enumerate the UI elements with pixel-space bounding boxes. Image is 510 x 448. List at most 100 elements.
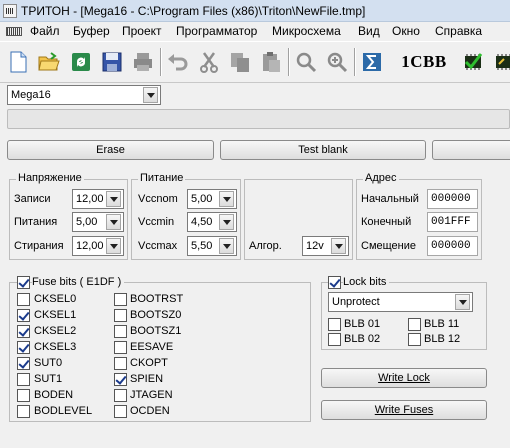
fuse-label-cksel3: CKSEL3 — [34, 341, 77, 353]
fuse-checkbox-spien[interactable] — [114, 373, 127, 386]
window-title: ТРИТОН - [Mega16 - C:\Program Files (x86… — [21, 4, 366, 18]
fuse-checkbox-ckopt[interactable] — [114, 357, 127, 370]
new-file-icon[interactable] — [3, 48, 33, 76]
chevron-down-icon — [143, 87, 158, 103]
checksum-icon[interactable]: 1CBB — [391, 49, 457, 75]
chevron-down-icon — [106, 238, 121, 254]
fuse-checkbox-eesave[interactable] — [114, 341, 127, 354]
vccnom-select[interactable]: 5,00 — [187, 189, 237, 209]
vccmin-select[interactable]: 4,50 — [187, 212, 237, 232]
voltage-erase-select[interactable]: 12,00 — [72, 236, 124, 256]
voltage-supply-label: Питания — [14, 216, 58, 228]
fuse-label-sut0: SUT0 — [34, 357, 63, 369]
fuse-label-spien: SPIEN — [130, 373, 164, 385]
fuse-checkbox-bootsz0[interactable] — [114, 309, 127, 322]
fuse-checkbox-bootrst[interactable] — [114, 293, 127, 306]
fuse-label-bodlevel: BODLEVEL — [34, 405, 93, 417]
vccmax-select[interactable]: 5,50 — [187, 236, 237, 256]
calc-sum-icon[interactable] — [357, 48, 387, 76]
fuse-checkbox-ocden[interactable] — [114, 405, 127, 418]
toolbar: 1CBB — [0, 41, 510, 83]
menu-programmer[interactable]: Программатор — [176, 24, 257, 38]
lock-bits-enable-checkbox[interactable] — [328, 276, 341, 289]
fuse-checkbox-boden[interactable] — [17, 389, 30, 402]
voltage-group-title: Напряжение — [16, 172, 84, 184]
chevron-down-icon — [106, 191, 121, 207]
cut-icon[interactable] — [194, 48, 224, 76]
menu-window[interactable]: Окно — [392, 24, 420, 38]
fuse-label-ckopt: CKOPT — [130, 357, 168, 369]
address-end-field[interactable]: 001FFF — [427, 212, 478, 232]
search-icon[interactable] — [291, 48, 321, 76]
chevron-down-icon — [219, 238, 234, 254]
zoom-icon[interactable] — [322, 48, 352, 76]
lock-mode-select[interactable]: Unprotect — [328, 292, 473, 312]
fuse-label-eesave: EESAVE — [130, 341, 174, 353]
app-icon — [3, 4, 17, 18]
chip-verify-icon[interactable] — [458, 48, 488, 76]
fuse-label-sut1: SUT1 — [34, 373, 63, 385]
lock-label-blb02: BLB 02 — [344, 333, 381, 345]
fuse-label-bootsz0: BOOTSZ0 — [130, 309, 182, 321]
fuse-checkbox-cksel0[interactable] — [17, 293, 30, 306]
lock-label-blb11: BLB 11 — [424, 318, 460, 330]
menu-help[interactable]: Справка — [435, 24, 482, 38]
lock-checkbox-blb11[interactable] — [408, 318, 421, 331]
fuse-label-boden: BODEN — [34, 389, 74, 401]
paste-icon[interactable] — [256, 48, 286, 76]
fuse-label-cksel2: CKSEL2 — [34, 325, 77, 337]
chevron-down-icon — [331, 238, 346, 254]
title-bar: ТРИТОН - [Mega16 - C:\Program Files (x86… — [0, 0, 510, 22]
fuse-checkbox-bodlevel[interactable] — [17, 405, 30, 418]
open-folder-icon[interactable] — [34, 48, 64, 76]
progress-bar — [7, 109, 510, 129]
menu-project[interactable]: Проект — [122, 24, 162, 38]
vccnom-label: Vccnom — [138, 193, 178, 205]
fuse-checkbox-sut0[interactable] — [17, 357, 30, 370]
algorithm-select[interactable]: 12v — [302, 236, 349, 256]
device-select[interactable]: Mega16 — [7, 85, 161, 105]
erase-button[interactable]: Erase — [7, 140, 214, 160]
menu-buffer[interactable]: Буфер — [73, 24, 110, 38]
fuse-checkbox-cksel2[interactable] — [17, 325, 30, 338]
fuse-label-cksel1: CKSEL1 — [34, 309, 77, 321]
lock-checkbox-blb01[interactable] — [328, 318, 341, 331]
copy-icon[interactable] — [225, 48, 255, 76]
write-fuses-button[interactable]: Write Fuses — [321, 400, 487, 420]
fuse-label-cksel0: CKSEL0 — [34, 293, 77, 305]
chip-icon[interactable] — [489, 48, 510, 76]
algorithm-label: Алгор. — [249, 240, 282, 252]
fuse-checkbox-jtagen[interactable] — [114, 389, 127, 402]
voltage-write-select[interactable]: 12,00 — [72, 189, 124, 209]
fuse-label-ocden: OCDEN — [130, 405, 170, 417]
refresh-icon[interactable] — [66, 48, 96, 76]
lock-label-blb12: BLB 12 — [424, 333, 461, 345]
address-end-label: Конечный — [361, 216, 412, 228]
address-start-field[interactable]: 000000 — [427, 189, 478, 209]
lock-checkbox-blb12[interactable] — [408, 333, 421, 346]
fuse-label-bootrst: BOOTRST — [130, 293, 184, 305]
chevron-down-icon — [219, 191, 234, 207]
power-group-title: Питание — [138, 172, 186, 184]
chevron-down-icon — [455, 294, 470, 310]
system-menu-icon[interactable] — [6, 27, 22, 36]
fuse-bits-enable-checkbox[interactable] — [17, 276, 30, 289]
print-icon[interactable] — [128, 48, 158, 76]
menu-chip[interactable]: Микросхема — [272, 24, 341, 38]
fuse-checkbox-sut1[interactable] — [17, 373, 30, 386]
action-button-3[interactable] — [432, 140, 510, 160]
fuse-checkbox-bootsz1[interactable] — [114, 325, 127, 338]
undo-icon[interactable] — [163, 48, 193, 76]
write-lock-button[interactable]: Write Lock — [321, 368, 487, 388]
address-offset-field[interactable]: 000000 — [427, 236, 478, 256]
lock-checkbox-blb02[interactable] — [328, 333, 341, 346]
menu-view[interactable]: Вид — [358, 24, 380, 38]
fuse-checkbox-cksel3[interactable] — [17, 341, 30, 354]
test-blank-button[interactable]: Test blank — [220, 140, 426, 160]
save-icon[interactable] — [97, 48, 127, 76]
chevron-down-icon — [219, 214, 234, 230]
fuse-checkbox-cksel1[interactable] — [17, 309, 30, 322]
vccmin-label: Vccmin — [138, 216, 175, 228]
menu-file[interactable]: Файл — [30, 24, 60, 38]
voltage-supply-select[interactable]: 5,00 — [72, 212, 124, 232]
